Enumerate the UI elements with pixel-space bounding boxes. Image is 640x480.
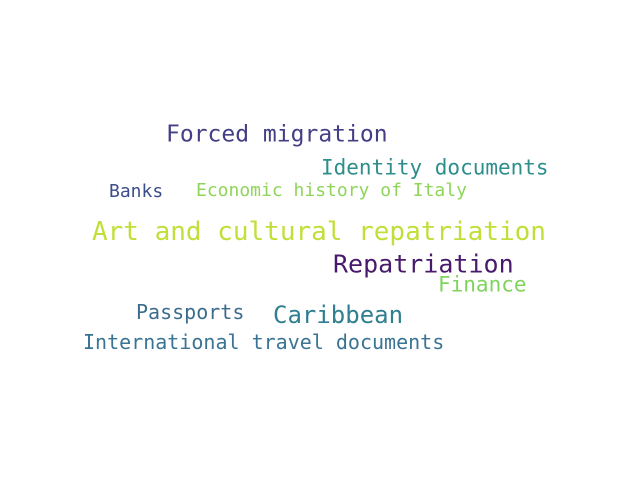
- word-international-travel-documents: International travel documents: [83, 330, 445, 354]
- word-art-and-cultural-repatriation: Art and cultural repatriation: [92, 217, 546, 247]
- word-identity-documents: Identity documents: [321, 155, 549, 180]
- word-caribbean: Caribbean: [273, 301, 404, 329]
- word-banks: Banks: [109, 181, 164, 202]
- word-finance: Finance: [438, 272, 527, 297]
- word-forced-migration: Forced migration: [166, 121, 388, 148]
- word-cloud: Forced migration Identity documents Bank…: [0, 0, 640, 480]
- word-economic-history-of-italy: Economic history of Italy: [196, 180, 467, 201]
- word-passports: Passports: [136, 300, 245, 324]
